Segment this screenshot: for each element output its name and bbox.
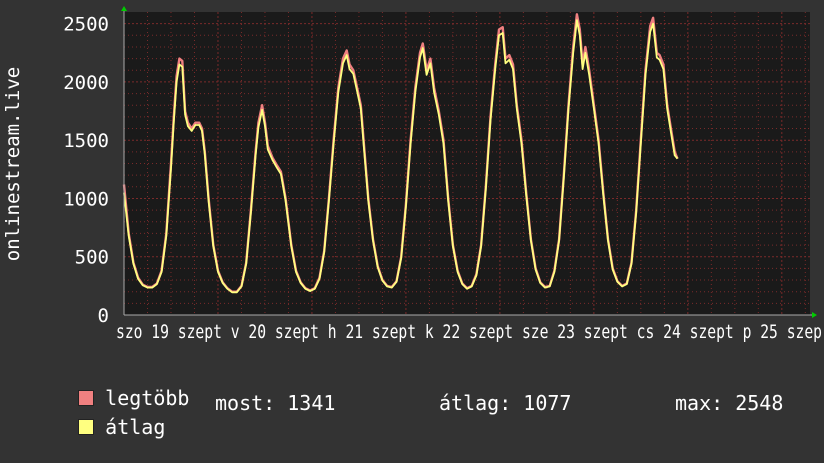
stat-now-label: most: bbox=[215, 391, 276, 415]
stat-max-label: max: bbox=[675, 391, 724, 415]
y-tick-label: 500 bbox=[75, 247, 109, 269]
legend-swatch-avg bbox=[78, 419, 95, 435]
y-tick-label: 1000 bbox=[63, 188, 109, 210]
legend-item-avg: átlag bbox=[30, 391, 165, 463]
y-tick-label: 0 bbox=[98, 305, 109, 327]
y-tick-labels: 0 500 1000 1500 2000 2500 bbox=[63, 14, 109, 327]
stat-avg-value: 1077 bbox=[523, 391, 572, 415]
stat-now: most: 1341 bbox=[215, 391, 335, 415]
y-axis-label: onlinestream.live bbox=[2, 67, 24, 261]
y-tick-label: 2500 bbox=[63, 14, 109, 36]
chart-svg: 0 500 1000 1500 2000 2500 onlinestream.live s… bbox=[2, 6, 822, 343]
stat-now-value: 1341 bbox=[287, 391, 336, 415]
y-tick-label: 2000 bbox=[63, 72, 109, 94]
x-tick-labels: szo 19 szept v 20 szept h 21 szept k 22 … bbox=[116, 321, 822, 343]
x-axis-arrow-icon bbox=[812, 312, 817, 318]
stat-max: max: 2548 bbox=[675, 391, 783, 415]
chart-canvas: 0 500 1000 1500 2000 2500 onlinestream.live s… bbox=[0, 0, 824, 439]
legend-label-avg: átlag bbox=[105, 415, 166, 439]
stat-avg-label: átlag: bbox=[439, 391, 512, 415]
plot-area bbox=[124, 12, 810, 315]
stat-avg: átlag: 1077 bbox=[439, 391, 571, 415]
stat-max-value: 2548 bbox=[735, 391, 784, 415]
y-tick-label: 1500 bbox=[63, 130, 109, 152]
y-axis-arrow-icon bbox=[121, 6, 127, 11]
